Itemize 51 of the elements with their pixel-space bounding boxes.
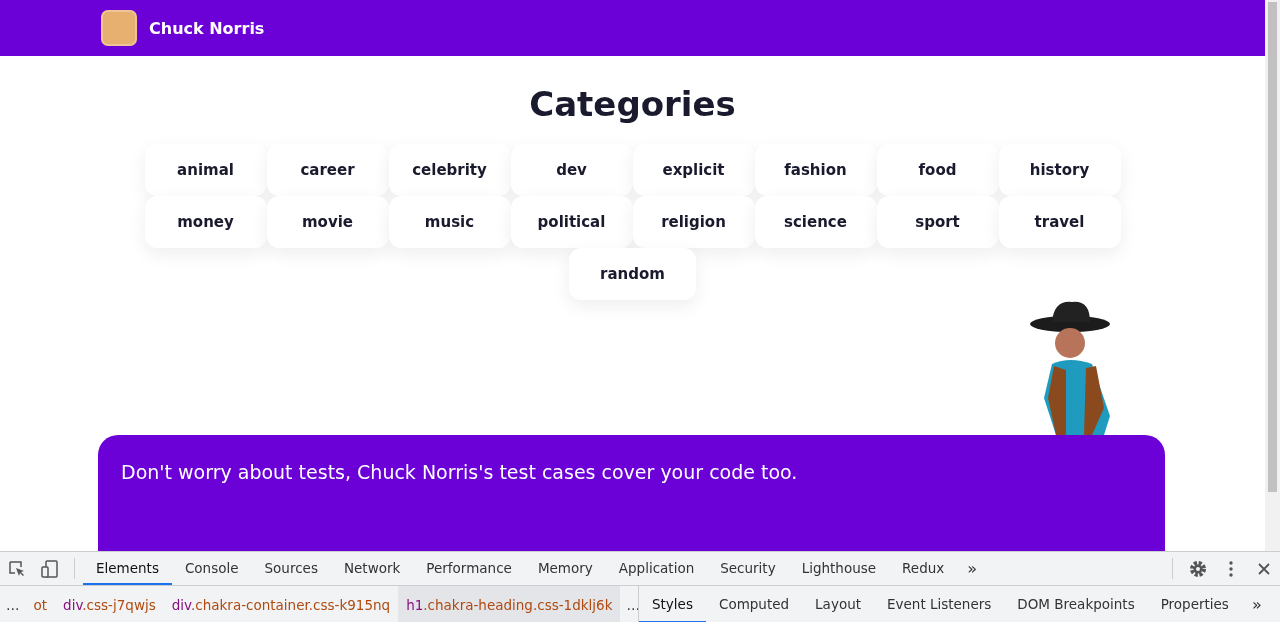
category-button[interactable]: dev <box>510 144 633 196</box>
breadcrumb[interactable]: h1.chakra-heading.css-1dklj6k <box>398 586 621 622</box>
menu-icon[interactable] <box>1228 560 1233 577</box>
device-icon[interactable] <box>39 558 60 579</box>
close-icon[interactable] <box>1257 562 1270 575</box>
sidebar-tab[interactable]: Styles <box>639 586 706 622</box>
sidebar-tab[interactable]: DOM Breakpoints <box>1004 586 1148 622</box>
breadcrumb-ellipsis[interactable]: … <box>620 596 638 613</box>
settings-icon[interactable] <box>1188 559 1207 578</box>
category-button[interactable]: music <box>388 196 511 248</box>
site-title[interactable]: Chuck Norris <box>149 18 265 38</box>
category-button[interactable]: fashion <box>754 144 877 196</box>
category-button[interactable]: travel <box>998 196 1121 248</box>
sidebar-tab[interactable]: Layout <box>802 586 874 622</box>
devtools-tab[interactable]: Network <box>330 552 414 585</box>
category-button[interactable]: political <box>510 196 633 248</box>
breadcrumb[interactable]: div.css-j7qwjs <box>55 586 164 622</box>
page-heading: Categories <box>528 84 737 124</box>
devtools-tab[interactable]: Redux <box>889 552 958 585</box>
category-button[interactable]: food <box>876 144 999 196</box>
devtools-tab[interactable]: Lighthouse <box>788 552 890 585</box>
logo-icon[interactable] <box>101 10 137 46</box>
devtools-tab[interactable]: Elements <box>83 552 172 585</box>
devtools-tab[interactable]: Performance <box>413 552 525 585</box>
scrollbar[interactable] <box>1265 0 1280 551</box>
devtools-tab[interactable]: Sources <box>251 552 331 585</box>
devtools-tab[interactable]: Memory <box>524 552 606 585</box>
category-button[interactable]: random <box>569 248 696 300</box>
category-button[interactable]: celebrity <box>388 144 511 196</box>
sidebar-tab[interactable]: Event Listeners <box>874 586 1005 622</box>
joke-text: Don't worry about tests, Chuck Norris's test cases cover your code too. <box>121 461 799 483</box>
more-tabs-button[interactable]: » <box>957 552 988 585</box>
category-button[interactable]: science <box>754 196 877 248</box>
sidebar-tab[interactable]: Computed <box>705 586 803 622</box>
category-button[interactable]: movie <box>266 196 389 248</box>
devtools-tab[interactable]: Console <box>171 552 252 585</box>
category-button[interactable]: career <box>266 144 389 196</box>
category-button[interactable]: history <box>998 144 1121 196</box>
category-button[interactable]: animal <box>144 144 267 196</box>
category-button[interactable]: sport <box>876 196 999 248</box>
breadcrumb[interactable]: div.chakra-container.css-k915nq <box>163 586 399 622</box>
inspect-icon[interactable] <box>7 559 26 578</box>
category-button[interactable]: religion <box>632 196 755 248</box>
category-button[interactable]: explicit <box>632 144 755 196</box>
breadcrumb[interactable]: ot <box>25 586 56 622</box>
devtools-tab[interactable]: Application <box>605 552 708 585</box>
breadcrumb-ellipsis[interactable]: … <box>0 596 26 613</box>
devtools-tab[interactable]: Security <box>707 552 789 585</box>
sidebar-tab[interactable]: Properties <box>1147 586 1242 622</box>
more-tabs-button[interactable]: » <box>1241 586 1272 622</box>
category-button[interactable]: money <box>144 196 267 248</box>
